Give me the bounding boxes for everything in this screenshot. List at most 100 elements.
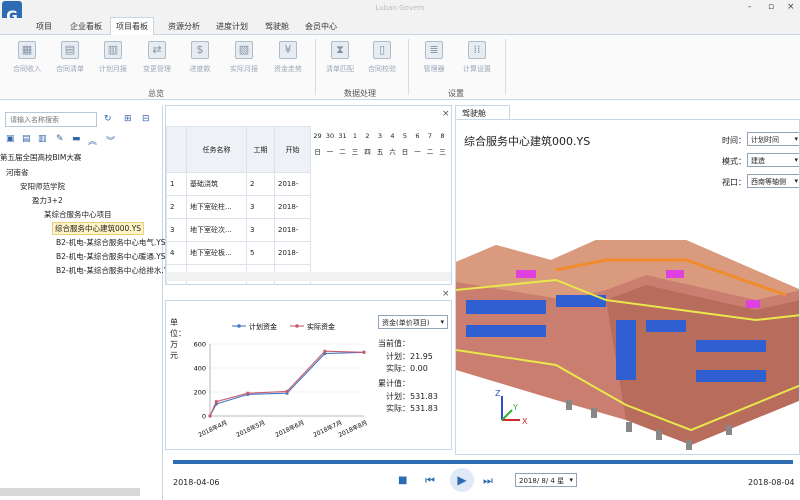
x-tick-label: 2018年5月: [235, 419, 267, 439]
tree-item-selected[interactable]: 综合服务中心建筑000.YS: [52, 222, 145, 235]
gantt-weekday-label: 三: [351, 148, 359, 156]
collapse-icon[interactable]: ⊟: [142, 114, 150, 124]
timeline-end: 2018-08-04: [748, 478, 795, 487]
expand-icon[interactable]: ⊞: [124, 114, 132, 124]
app-title: Luban Govern: [375, 4, 425, 12]
scrollbar[interactable]: [0, 488, 140, 496]
fund-trend-button[interactable]: ¥ 资金走势: [268, 41, 308, 74]
fund-type-dropdown[interactable]: 资金(单价项目) ▾: [378, 315, 448, 329]
tab-schedule[interactable]: 进度计划: [216, 21, 248, 32]
data-point: [214, 400, 218, 404]
calc-settings-button[interactable]: ⁞⁞ 计算设置: [457, 41, 497, 74]
search-input[interactable]: [5, 112, 97, 127]
close-icon[interactable]: ×: [442, 109, 450, 119]
manager-button[interactable]: ≣ 管理器: [414, 41, 454, 74]
tab-cockpit[interactable]: 驾驶舱: [265, 21, 289, 32]
cumulative-plan: 计划：531.83: [386, 392, 438, 401]
x-tick-label: 2018年8月: [337, 419, 369, 439]
model-viewport[interactable]: 综合服务中心建筑000.YS 时间： 计划时间 ▾ 模式： 建造 ▾ 视口： 西南等…: [455, 119, 800, 455]
play-icon[interactable]: ▶: [450, 468, 474, 492]
horizontal-scrollbar[interactable]: [166, 272, 451, 281]
mode-dropdown[interactable]: 建造 ▾: [747, 153, 799, 167]
gantt-chart[interactable]: 29 日 30 一 31 二 1 三 2 四 3 五 4 六 5 日 6 一 7 二 8 三: [312, 126, 451, 272]
gantt-day-label: 31: [338, 132, 347, 140]
move-up-icon[interactable]: ︽: [88, 134, 97, 147]
project-tree-panel: ↻ ⊞ ⊟ ▣ ▤ ▥ ✎ ▬ ︽ ︾ 第五届全国高校BIM大赛 河南省 安阳师…: [0, 105, 173, 500]
tab-project[interactable]: 项目: [36, 21, 52, 32]
minimize-button[interactable]: -: [748, 2, 751, 12]
tree-item[interactable]: 某综合服务中心项目: [44, 209, 112, 220]
y-tick-label: 400: [194, 365, 206, 373]
tree-item[interactable]: 安阳师范学院: [20, 181, 65, 192]
table-row[interactable]: 3 地下室砼次... 3 2018-: [166, 218, 311, 242]
contract-list-button[interactable]: ▤ 合同清单: [50, 41, 90, 74]
gantt-day-label: 4: [390, 132, 395, 140]
tab-cockpit-viewer[interactable]: 驾驶舱: [455, 105, 510, 119]
edit-icon[interactable]: ✎: [56, 134, 64, 144]
viewport-label: 视口：: [722, 178, 746, 187]
task-panel: × 任务名称 工期 开始 1 基础浇筑 2 2018- 2 地下室砼柱... 3 2018-…: [165, 105, 452, 285]
move-down-icon[interactable]: ︾: [106, 134, 115, 147]
tree-item[interactable]: B2-机电-某综合服务中心暖通.YS: [56, 251, 166, 262]
data-point: [323, 349, 327, 353]
add-project-icon[interactable]: ▣: [6, 134, 15, 144]
group-label-settings: 设置: [448, 89, 464, 98]
contract-check-button[interactable]: ▯ 合同校验: [362, 41, 402, 74]
tab-member-center[interactable]: 会员中心: [305, 21, 337, 32]
timeline-progress: [173, 460, 793, 464]
group-label-overview: 总览: [148, 89, 164, 98]
chevron-down-icon: ▾: [794, 135, 798, 143]
gantt-weekday-label: 日: [314, 148, 321, 156]
maximize-button[interactable]: ▫: [768, 2, 774, 12]
tree-item[interactable]: B2-机电-某综合服务中心给排水.YS: [56, 265, 173, 276]
tab-enterprise-board[interactable]: 企业看板: [70, 21, 102, 32]
fast-forward-icon[interactable]: ⏭: [483, 474, 493, 488]
close-button[interactable]: ×: [787, 2, 795, 12]
tab-resource-analysis[interactable]: 资源分析: [168, 21, 200, 32]
header-start[interactable]: 开始: [274, 126, 311, 173]
table-row[interactable]: 4 地下室砼板... 5 2018-: [166, 241, 311, 265]
table-row[interactable]: 2 地下室砼柱... 3 2018-: [166, 195, 311, 219]
actual-monthly-button[interactable]: ▧ 实际月报: [224, 41, 264, 74]
grid-icon: ▤: [61, 41, 79, 59]
tree-item[interactable]: 河南省: [6, 167, 29, 178]
series-line: [209, 350, 365, 417]
report-icon: ▧: [235, 41, 253, 59]
gantt-weekday-label: 日: [401, 148, 409, 156]
date-picker[interactable]: 2018/ 8/ 4 星 ▾: [515, 473, 577, 487]
y-tick-label: 200: [194, 389, 206, 397]
time-dropdown[interactable]: 计划时间 ▾: [747, 132, 799, 146]
stop-icon[interactable]: ■: [398, 475, 407, 486]
add-file-icon[interactable]: ▤: [22, 134, 31, 144]
list-match-button[interactable]: ⧗ 清单匹配: [320, 41, 360, 74]
cumulative-actual: 实际：531.83: [386, 404, 438, 413]
progress-payment-button[interactable]: $ 进度款: [180, 41, 220, 74]
data-point: [208, 414, 212, 418]
gantt-weekday-label: 二: [339, 148, 346, 156]
refresh-icon[interactable]: ↻: [104, 114, 112, 124]
viewport-dropdown[interactable]: 西南等轴侧 ▾: [747, 174, 799, 188]
import-icon[interactable]: ▥: [38, 134, 47, 144]
gantt-weekday-label: 一: [326, 148, 334, 156]
change-management-button[interactable]: ⇄ 变更管理: [137, 41, 177, 74]
timeline-track[interactable]: [173, 460, 793, 464]
header-duration[interactable]: 工期: [246, 126, 275, 173]
tree-item[interactable]: 盈力3+2: [32, 195, 63, 206]
tree-item[interactable]: 第五届全国高校BIM大赛: [0, 152, 81, 163]
gantt-day-label: 8: [440, 132, 445, 140]
table-row[interactable]: 1 基础浇筑 2 2018-: [166, 172, 311, 196]
ribbon-divider: [315, 39, 316, 95]
tree-item[interactable]: B2-机电-某综合服务中心电气.YS: [56, 237, 166, 248]
close-icon[interactable]: ×: [442, 289, 450, 299]
tab-project-board[interactable]: 项目看板: [110, 17, 154, 35]
y-tick-label: 0: [202, 413, 206, 421]
header-task-name[interactable]: 任务名称: [186, 126, 247, 173]
database-icon: ≣: [425, 41, 443, 59]
cumulative-value-label: 累计值：: [378, 379, 410, 388]
gantt-day-label: 7: [427, 132, 433, 140]
delete-icon[interactable]: ▬: [72, 134, 81, 144]
rewind-icon[interactable]: ⏮: [425, 474, 435, 488]
plan-monthly-button[interactable]: ▥ 计划月报: [93, 41, 133, 74]
group-label-data: 数据处理: [344, 89, 376, 98]
contract-income-button[interactable]: ▦ 合同收入: [7, 41, 47, 74]
